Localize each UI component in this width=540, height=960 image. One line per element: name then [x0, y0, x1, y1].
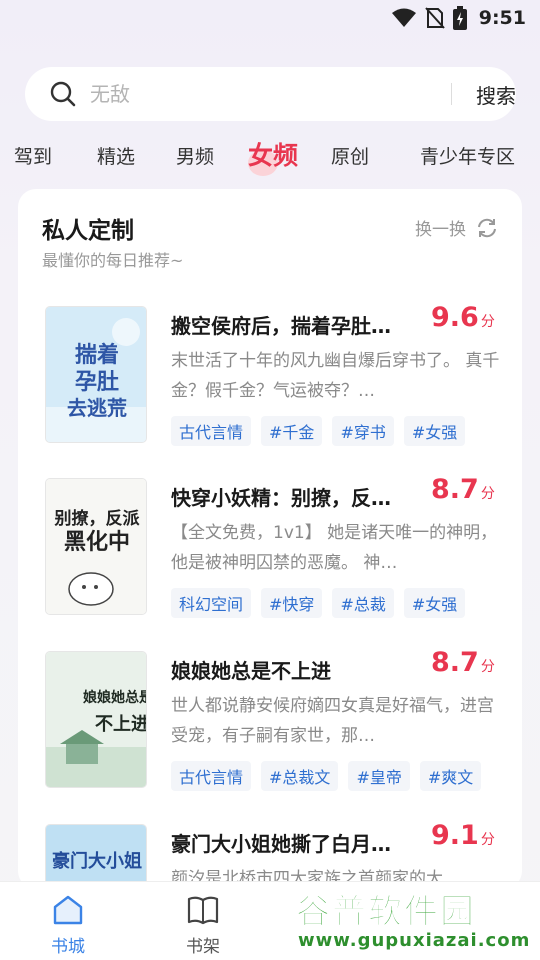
cover-text: 去逃荒	[67, 396, 127, 420]
book-tag[interactable]: #穿书	[332, 416, 394, 446]
book-tags: 古代言情 #千金 #穿书 #女强	[171, 416, 466, 446]
status-bar: 9:51	[0, 0, 540, 38]
category-tabs: 驾到 精选 男频 女频 原创 青少年专区	[0, 136, 540, 176]
book-tag[interactable]: 古代言情	[171, 761, 252, 791]
wifi-icon	[391, 8, 416, 27]
book-cover: 娘娘她总是 不上进	[45, 651, 147, 788]
book-score: 9.1 分	[431, 820, 495, 851]
book-score: 8.7 分	[431, 647, 495, 678]
book-item[interactable]: 娘娘她总是 不上进 娘娘她总是不上进 8.7 分 世人都说静安候府嫡四女真是好福气…	[45, 647, 505, 791]
bookshelf-icon	[187, 896, 219, 925]
section-title: 私人定制	[42, 218, 134, 244]
book-cover: 揣着 孕肚 去逃荒	[45, 306, 147, 443]
tab-jingxuan[interactable]: 精选	[97, 142, 135, 169]
book-tags: 古代言情 #总裁文 #皇帝 #爽文	[171, 761, 482, 791]
book-cover: 别撩，反派 黑化中	[45, 478, 147, 615]
search-divider	[451, 83, 452, 105]
search-input[interactable]	[90, 79, 420, 109]
book-score: 8.7 分	[431, 474, 495, 505]
watermark-url: www.gupuxiazai.com	[298, 930, 531, 951]
book-description: 世人都说静安候府嫡四女真是好福气，进宫受宠，有子嗣有家世，那…	[171, 696, 494, 746]
nav-label: 书城	[51, 937, 85, 957]
search-bar: 搜索	[25, 67, 516, 121]
status-icons: 9:51	[391, 6, 526, 30]
tab-male[interactable]: 男频	[176, 142, 214, 169]
cover-text: 娘娘她总是	[83, 689, 147, 705]
watermark: 谷普软件园 www.gupuxiazai.com	[296, 884, 540, 960]
cover-text: 豪门大小姐	[52, 850, 142, 871]
book-tag[interactable]: #总裁文	[261, 761, 339, 791]
recommendation-card: 私人定制 最懂你的每日推荐~ 换一换 揣着 孕肚 去逃荒 搬空侯府后，揣着孕肚……	[18, 189, 522, 960]
book-title: 娘娘她总是不上进	[171, 659, 331, 683]
book-tag[interactable]: #爽文	[419, 761, 482, 791]
section-subtitle: 最懂你的每日推荐~	[42, 251, 184, 270]
nav-bookstore[interactable]: 书城	[28, 894, 108, 957]
watermark-text: 谷普软件园	[296, 892, 476, 933]
refresh-label: 换一换	[415, 220, 466, 240]
cover-text: 不上进	[95, 714, 147, 734]
battery-icon	[452, 6, 467, 30]
search-icon	[50, 81, 76, 107]
book-tag[interactable]: #总裁	[332, 588, 394, 618]
tab-original[interactable]: 原创	[331, 142, 369, 169]
tab-female[interactable]: 女频	[248, 136, 298, 172]
book-tag[interactable]: #千金	[261, 416, 323, 446]
clock: 9:51	[478, 7, 526, 29]
no-sim-icon	[424, 7, 445, 29]
cover-text: 黑化中	[64, 529, 130, 554]
book-tags: 科幻空间 #快穿 #总裁 #女强	[171, 588, 466, 618]
refresh-icon	[478, 218, 496, 237]
book-description: 【全文免费，1v1】 她是诸天唯一的神明，他是被神明囚禁的恶魔。 神…	[171, 523, 498, 573]
nav-bookshelf[interactable]: 书架	[163, 894, 243, 957]
nav-label: 书架	[186, 937, 220, 957]
book-tag[interactable]: #皇帝	[348, 761, 410, 791]
tab-jiadao[interactable]: 驾到	[14, 142, 52, 169]
tab-youth[interactable]: 青少年专区	[420, 142, 515, 169]
book-tag[interactable]: 科幻空间	[171, 588, 252, 618]
book-item[interactable]: 揣着 孕肚 去逃荒 搬空侯府后，揣着孕肚… 9.6 分 末世活了十年的风九幽自爆后…	[45, 302, 505, 446]
book-tag[interactable]: #女强	[403, 588, 466, 618]
book-description: 末世活了十年的风九幽自爆后穿书了。 真千金？假千金？气运被夺？…	[171, 351, 500, 401]
book-title: 搬空侯府后，揣着孕肚…	[171, 314, 391, 338]
book-item[interactable]: 别撩，反派 黑化中 快穿小妖精：别撩，反… 8.7 分 【全文免费，1v1】 她是…	[45, 474, 505, 618]
book-title: 快穿小妖精：别撩，反…	[171, 486, 391, 510]
cover-text: 孕肚	[75, 369, 119, 394]
book-tag[interactable]: #女强	[403, 416, 466, 446]
book-tag[interactable]: #快穿	[261, 588, 323, 618]
book-tag[interactable]: 古代言情	[171, 416, 252, 446]
cover-text: 揣着	[75, 342, 119, 367]
refresh-button[interactable]: 换一换	[415, 215, 498, 240]
search-button[interactable]: 搜索	[476, 80, 516, 109]
book-title: 豪门大小姐她撕了白月…	[171, 832, 391, 856]
book-score: 9.6 分	[431, 302, 495, 333]
cover-text: 别撩，反派	[54, 508, 141, 528]
home-icon	[53, 895, 83, 925]
